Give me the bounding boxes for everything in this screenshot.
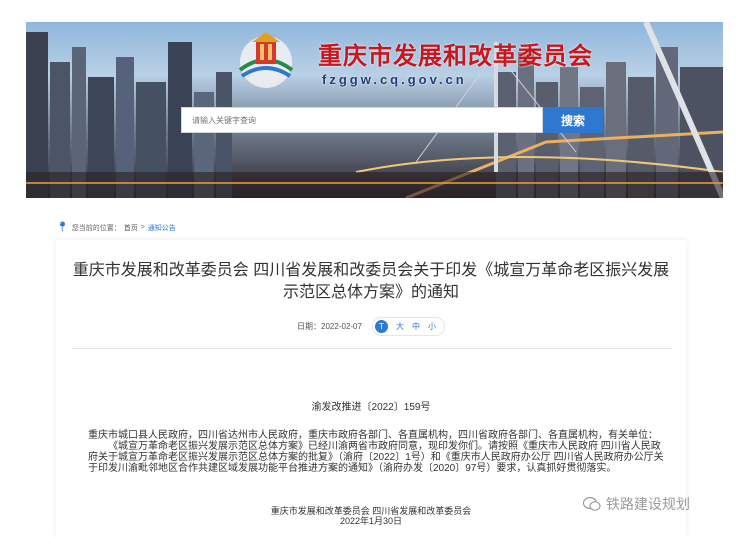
font-size-switcher: T 大 中 小 (371, 317, 445, 336)
breadcrumb-prefix: 您当前的位置： (71, 224, 121, 232)
watermark: 铁路建设规划 (583, 494, 690, 514)
wechat-icon (583, 496, 601, 511)
article-recipients: 重庆市城口县人民政府，四川省达州市人民政府，重庆市政府各部门、各直属机构，四川省… (88, 430, 658, 441)
article-meta: 日期：2022-02-07 T 大 中 小 (56, 317, 686, 336)
search-input[interactable] (182, 108, 542, 132)
font-size-small-button[interactable]: 小 (428, 321, 436, 332)
font-size-medium-button[interactable]: 中 (412, 321, 420, 332)
font-size-icon: T (374, 320, 388, 333)
signature-date: 2022年1月30日 (339, 516, 403, 526)
site-title[interactable]: 重庆市发展和改革委员会 (318, 36, 593, 71)
article-body: 重庆市城口县人民政府，四川省达州市人民政府，重庆市政府各部门、各直属机构，四川省… (88, 430, 668, 474)
article-title-line2: 示范区总体方案》的通知 (282, 284, 459, 301)
document-number: 渝发改推进〔2022〕159号 (311, 402, 431, 413)
font-size-large-button[interactable]: 大 (396, 321, 404, 332)
divider (72, 348, 672, 349)
breadcrumb: 📍︎ 您当前的位置： 首页 > 通知公告 (56, 222, 176, 233)
article-paragraph: 《城宣万革命老区振兴发展示范区总体方案》已经川渝两省市政府同意，现印发你们。请按… (88, 441, 664, 474)
breadcrumb-separator: > (140, 224, 145, 231)
search-button[interactable]: 搜索 (543, 107, 603, 133)
article-panel: 重庆市发展和改革委员会 四川省发展和改委员会关于印发《城宣万革命老区振兴发展 示… (56, 240, 686, 537)
location-pin-icon: 📍︎ (56, 222, 69, 233)
breadcrumb-home-link[interactable]: 首页 (124, 223, 138, 233)
article-title: 重庆市发展和改革委员会 四川省发展和改委员会关于印发《城宣万革命老区振兴发展 示… (56, 260, 686, 304)
article-title-line1: 重庆市发展和改革委员会 四川省发展和改委员会关于印发《城宣万革命老区振兴发展 (72, 262, 670, 279)
breadcrumb-current-link[interactable]: 通知公告 (148, 223, 176, 233)
site-domain: fzggw.cq.gov.cn (322, 72, 467, 87)
search-box (181, 107, 543, 133)
article-date: 日期：2022-02-07 (297, 322, 362, 331)
header-banner: 重庆市发展和改革委员会 fzggw.cq.gov.cn 搜索 (26, 22, 723, 198)
watermark-text: 铁路建设规划 (606, 496, 690, 512)
government-logo-icon (238, 32, 294, 88)
